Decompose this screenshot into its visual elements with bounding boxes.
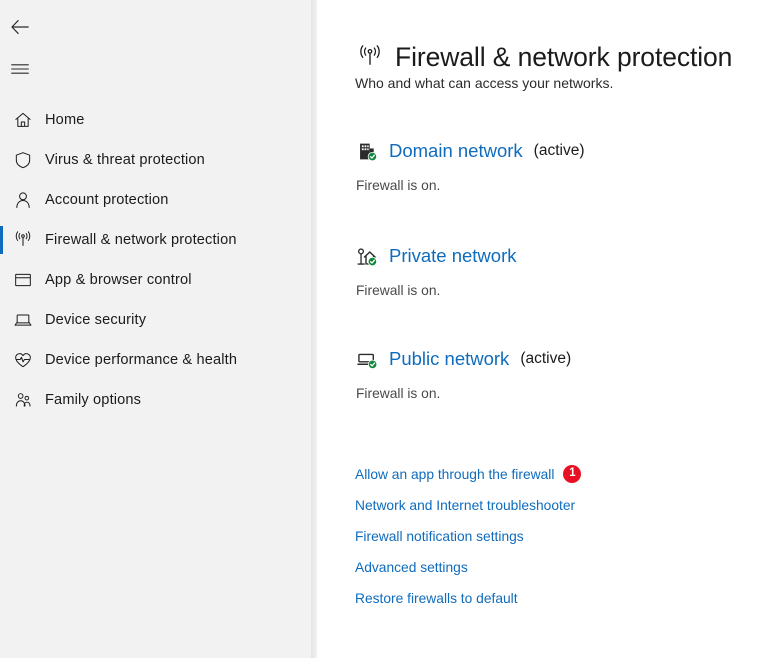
selection-accent-bar [0, 146, 3, 174]
home-icon [10, 107, 36, 133]
wifi-broadcast-icon [355, 42, 385, 72]
sidebar-item-label: App & browser control [45, 272, 192, 288]
network-active-label: (active) [520, 350, 572, 367]
window-icon [10, 267, 36, 293]
network-section-private: Private network Firewall is on. [355, 244, 517, 298]
sidebar-item-home[interactable]: Home [0, 100, 317, 140]
network-status-text: Firewall is on. [356, 386, 441, 401]
selection-accent-bar [0, 226, 3, 254]
selection-accent-bar [0, 266, 3, 294]
selection-accent-bar [0, 346, 3, 374]
network-status-text: Firewall is on. [356, 283, 441, 298]
sidebar-item-virus-threat-protection[interactable]: Virus & threat protection [0, 140, 317, 180]
page-subtitle: Who and what can access your networks. [355, 75, 614, 91]
network-active-label: (active) [533, 142, 585, 159]
selection-accent-bar [0, 306, 3, 334]
sidebar-item-label: Device security [45, 312, 147, 328]
firewall-links-list: Allow an app through the firewall 1 Netw… [355, 464, 582, 619]
link-row-allow-app[interactable]: Allow an app through the firewall 1 [355, 464, 582, 484]
advanced-settings-link[interactable]: Advanced settings [355, 560, 468, 575]
network-internet-troubleshooter-link[interactable]: Network and Internet troubleshooter [355, 498, 575, 513]
people-icon [10, 387, 36, 413]
link-row-network-troubleshooter[interactable]: Network and Internet troubleshooter [355, 495, 581, 515]
house-tree-check-icon [355, 245, 379, 267]
back-arrow-icon [11, 20, 29, 34]
sidebar-item-app-browser-control[interactable]: App & browser control [0, 260, 317, 300]
network-heading: Public network (active) [355, 347, 571, 371]
sidebar-nav-list: Home Virus & threat protection Account p… [0, 100, 317, 420]
network-section-public: Public network (active) Firewall is on. [355, 347, 571, 401]
network-heading: Private network [355, 244, 517, 268]
shield-icon [10, 147, 36, 173]
sidebar-item-label: Virus & threat protection [45, 152, 205, 168]
sidebar-item-device-performance-health[interactable]: Device performance & health [0, 340, 317, 380]
firewall-notification-settings-link[interactable]: Firewall notification settings [355, 529, 524, 544]
sidebar-item-label: Device performance & health [45, 352, 238, 368]
selection-accent-bar [0, 186, 3, 214]
back-button[interactable] [0, 10, 40, 44]
hamburger-menu-icon [11, 64, 29, 74]
sidebar-item-family-options[interactable]: Family options [0, 380, 317, 420]
link-row-advanced-settings[interactable]: Advanced settings [355, 557, 581, 577]
monitor-bench-check-icon [355, 348, 379, 370]
network-section-domain: Domain network (active) Firewall is on. [355, 139, 585, 193]
network-name-link[interactable]: Public network [389, 348, 509, 370]
network-name-link[interactable]: Private network [389, 245, 517, 267]
network-heading: Domain network (active) [355, 139, 585, 163]
sidebar-item-label: Account protection [45, 192, 169, 208]
selection-accent-bar [0, 386, 3, 414]
sidebar-item-label: Family options [45, 392, 142, 408]
laptop-icon [10, 307, 36, 333]
sidebar: Home Virus & threat protection Account p… [0, 0, 317, 658]
page-title: Firewall & network protection [395, 41, 733, 72]
link-row-restore-firewalls[interactable]: Restore firewalls to default [355, 588, 581, 608]
sidebar-item-firewall-network-protection[interactable]: Firewall & network protection [0, 220, 317, 260]
sidebar-item-account-protection[interactable]: Account protection [0, 180, 317, 220]
annotation-badge-1: 1 [563, 465, 582, 483]
sidebar-item-label: Home [45, 112, 85, 128]
selection-accent-bar [0, 106, 3, 134]
network-name-link[interactable]: Domain network [389, 140, 523, 162]
sidebar-item-device-security[interactable]: Device security [0, 300, 317, 340]
hamburger-menu-button[interactable] [0, 52, 40, 86]
wifi-broadcast-icon [10, 227, 36, 253]
allow-app-through-firewall-link[interactable]: Allow an app through the firewall [355, 467, 554, 482]
person-icon [10, 187, 36, 213]
network-status-text: Firewall is on. [356, 178, 441, 193]
sidebar-item-label: Firewall & network protection [45, 232, 237, 248]
main-content: Firewall & network protection Who and wh… [317, 0, 772, 658]
heart-pulse-icon [10, 347, 36, 373]
building-check-icon [355, 140, 379, 162]
link-row-firewall-notification-settings[interactable]: Firewall notification settings [355, 526, 581, 546]
restore-firewalls-to-default-link[interactable]: Restore firewalls to default [355, 591, 518, 606]
